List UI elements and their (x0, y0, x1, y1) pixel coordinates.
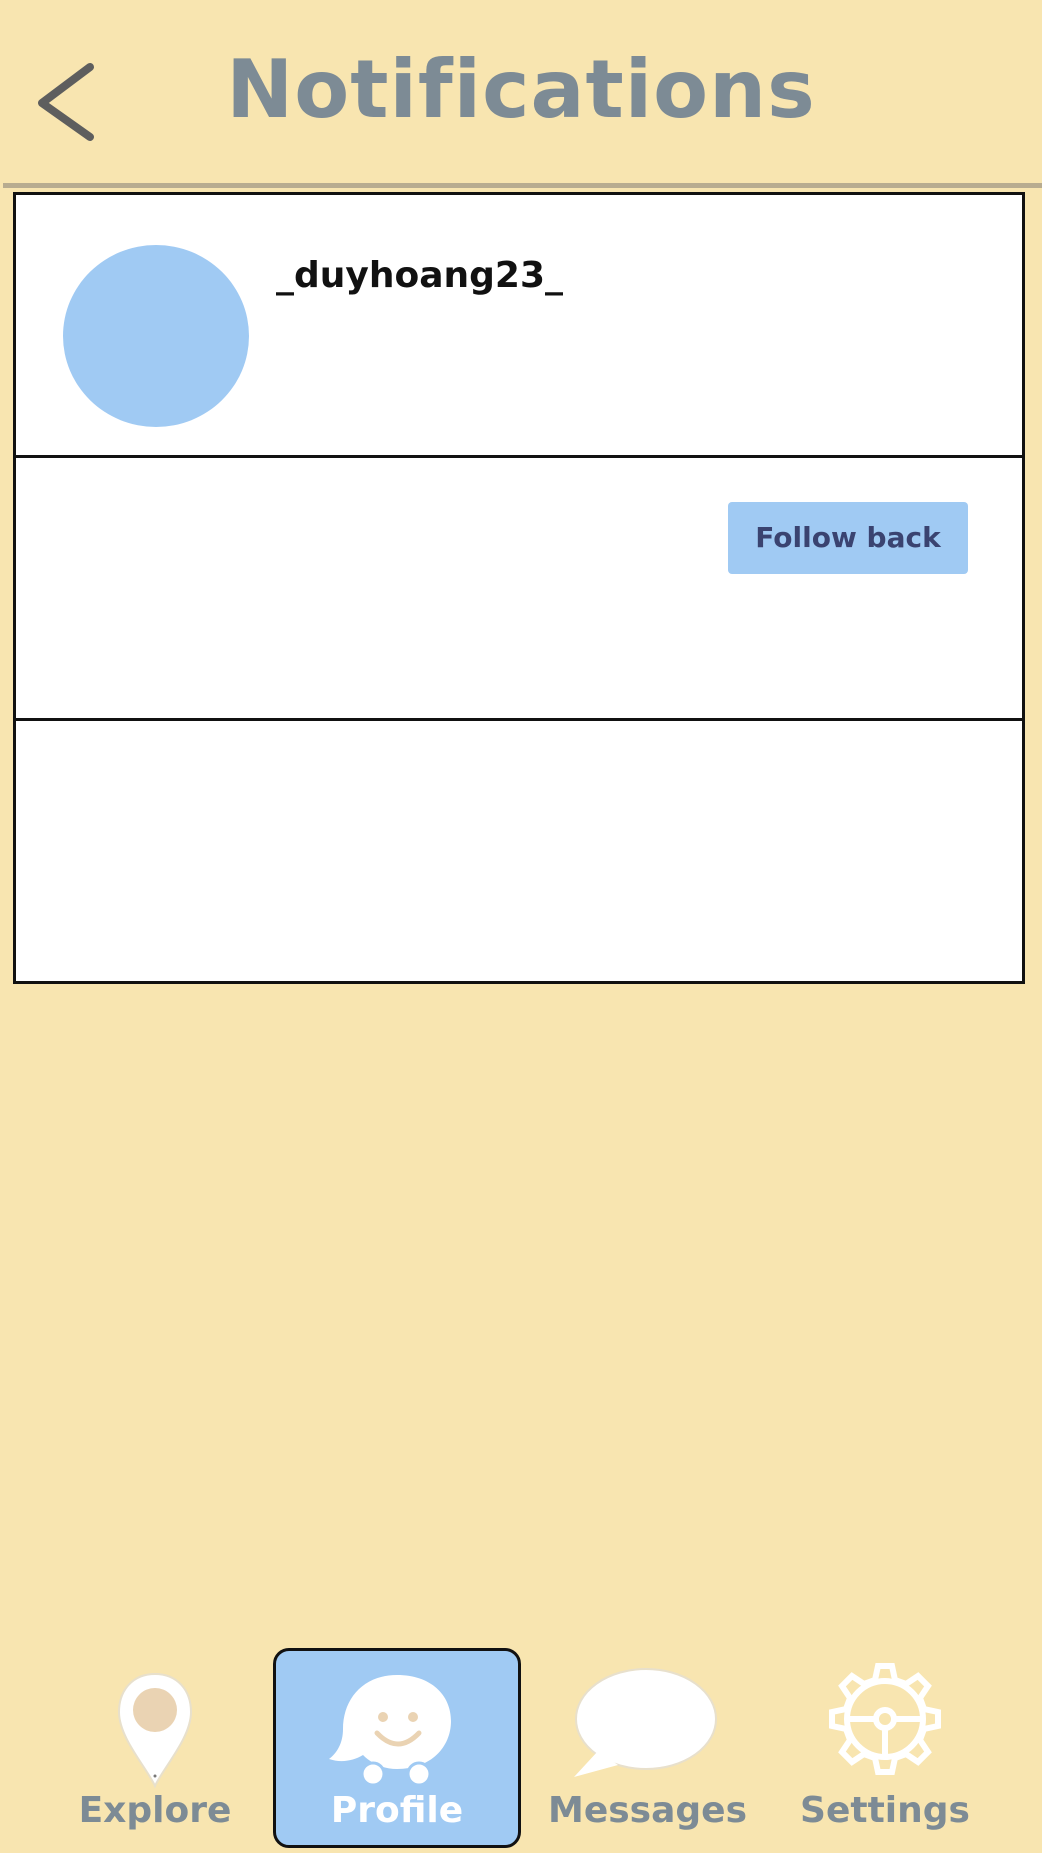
avatar[interactable] (63, 245, 249, 427)
page-title: Notifications (226, 43, 816, 136)
notification-row (16, 721, 1022, 981)
nav-item-profile[interactable]: Profile (273, 1648, 521, 1848)
bottom-nav: Explore Profile Messages Settings (0, 1640, 1042, 1853)
nav-label-profile: Profile (330, 1790, 464, 1831)
nav-label-explore: Explore (78, 1790, 232, 1831)
header-divider (3, 183, 1042, 188)
notification-list: _duyhoang23_ Follow back (13, 192, 1025, 984)
map-pin-icon (117, 1672, 193, 1789)
notification-row[interactable]: _duyhoang23_ (16, 195, 1022, 458)
gear-icon (829, 1663, 941, 1775)
follow-back-button[interactable]: Follow back (728, 502, 968, 574)
notification-username[interactable]: _duyhoang23_ (276, 255, 563, 296)
nav-item-settings[interactable]: Settings (790, 1640, 980, 1848)
nav-label-settings: Settings (800, 1790, 970, 1831)
nav-label-messages: Messages (548, 1790, 748, 1831)
nav-item-explore[interactable]: Explore (60, 1640, 250, 1848)
notification-row (16, 458, 1022, 721)
smiley-bubble-icon (329, 1675, 451, 1787)
nav-item-messages[interactable]: Messages (548, 1640, 748, 1848)
speech-bubble-icon (574, 1668, 717, 1777)
header: Notifications (0, 0, 1042, 188)
